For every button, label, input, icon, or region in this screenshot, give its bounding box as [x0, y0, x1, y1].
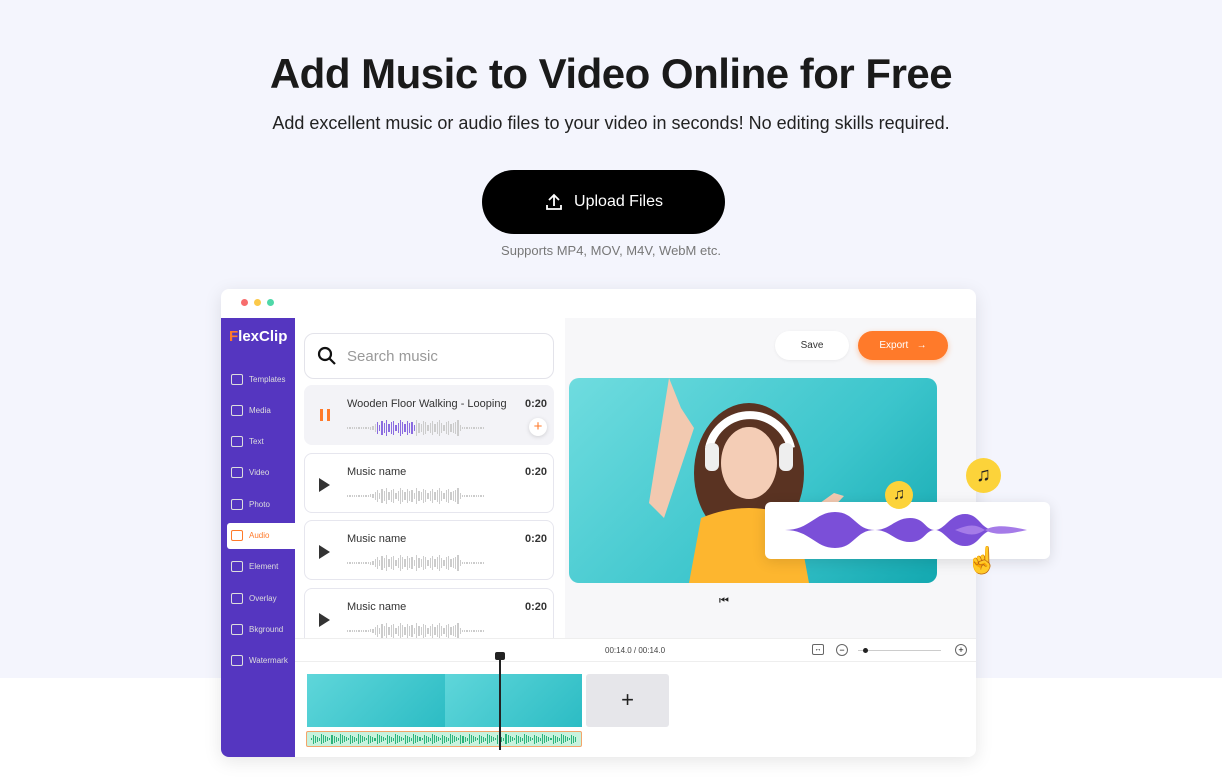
track-waveform: [347, 419, 537, 437]
upload-label: Upload Files: [574, 193, 663, 210]
track-duration: 0:20: [524, 533, 547, 545]
save-button[interactable]: Save: [775, 331, 849, 360]
track-name: Music name: [347, 600, 407, 613]
sidebar-item-templates[interactable]: Templates: [221, 366, 295, 392]
page-title: Add Music to Video Online for Free: [269, 50, 953, 97]
search-icon: [317, 346, 336, 365]
zoom-in-icon[interactable]: +: [955, 644, 967, 656]
skip-back-icon[interactable]: ⏮: [719, 595, 729, 608]
play-icon[interactable]: [319, 477, 330, 492]
sidebar-item-label: Media: [249, 405, 271, 415]
flexclip-logo: FlexClip: [229, 328, 288, 345]
watermark-icon: [231, 655, 243, 667]
sound-wave-graphic: [785, 512, 1030, 548]
upload-icon: [546, 193, 562, 210]
sidebar-item-media[interactable]: Media: [221, 397, 295, 423]
supported-formats: Supports MP4, MOV, M4V, WebM etc.: [501, 243, 721, 258]
time-readout: 00:14.0 / 00:14.0: [605, 646, 666, 655]
video-icon: [231, 467, 243, 479]
sidebar-item-text[interactable]: Text: [221, 429, 295, 455]
music-note-icon: ♫: [885, 481, 913, 509]
music-track-item[interactable]: Music name 0:20: [304, 520, 554, 580]
track-waveform: [347, 622, 537, 640]
sidebar-item-label: Watermark: [249, 656, 288, 666]
bkground-icon: [231, 623, 243, 635]
sidebar: FlexClip Templates Media Text Video Photo Aud…: [221, 318, 295, 757]
element-icon: [231, 561, 243, 573]
playhead[interactable]: [495, 652, 505, 750]
track-name: Music name: [347, 465, 407, 478]
track-name: Music name: [347, 533, 407, 545]
export-button[interactable]: Export →: [858, 331, 948, 360]
video-clip[interactable]: [445, 674, 582, 727]
sidebar-item-video[interactable]: Video: [221, 460, 295, 486]
sidebar-item-label: Video: [249, 468, 270, 478]
sidebar-item-photo[interactable]: Photo: [221, 491, 295, 517]
audio-wave-card: [765, 502, 1050, 559]
sidebar-item-bkground[interactable]: Bkground: [221, 616, 295, 642]
sidebar-item-element[interactable]: Element: [221, 554, 295, 580]
sidebar-item-label: Photo: [249, 499, 270, 509]
music-note-icon: ♫: [966, 458, 1001, 493]
add-clip-button[interactable]: +: [586, 674, 669, 727]
search-music-input[interactable]: Search music: [304, 333, 554, 379]
sidebar-item-audio[interactable]: Audio: [227, 522, 295, 549]
play-icon[interactable]: [319, 612, 330, 627]
track-duration: 0:20: [524, 398, 547, 410]
page-subtitle: Add excellent music or audio files to yo…: [272, 113, 950, 133]
sidebar-item-watermark[interactable]: Watermark: [221, 648, 295, 674]
hand-cursor-icon: ☝: [966, 545, 999, 575]
zoom-out-icon[interactable]: −: [836, 644, 848, 656]
zoom-slider[interactable]: [858, 648, 941, 653]
track-waveform: [347, 554, 537, 572]
sidebar-item-label: Bkground: [249, 624, 284, 634]
music-track-item[interactable]: Wooden Floor Walking - Looping 0:20 +: [304, 385, 554, 445]
audio-icon: [231, 530, 243, 541]
sidebar-item-label: Overlay: [249, 593, 277, 603]
overlay-icon: [231, 592, 243, 604]
templates-icon: [231, 373, 243, 385]
upload-files-button[interactable]: Upload Files: [482, 170, 725, 234]
audio-track[interactable]: [306, 731, 582, 747]
add-track-button[interactable]: +: [529, 418, 547, 436]
sidebar-item-label: Audio: [249, 531, 270, 540]
play-icon[interactable]: [319, 545, 330, 559]
fit-icon[interactable]: ↔: [812, 644, 824, 655]
media-icon: [231, 404, 243, 416]
video-clip[interactable]: [307, 674, 445, 727]
timeline: +: [295, 652, 976, 757]
preview-area: Save Export → ⏮: [565, 318, 976, 638]
sidebar-item-label: Text: [249, 437, 264, 447]
sidebar-item-label: Element: [249, 562, 279, 572]
sidebar-item-label: Templates: [249, 374, 286, 384]
track-waveform: [347, 487, 537, 505]
music-track-item[interactable]: Music name 0:20: [304, 452, 554, 513]
export-label: Export: [879, 340, 909, 351]
music-panel: Search music Wooden Floor Walking - Loop…: [295, 318, 565, 648]
track-name: Wooden Floor Walking - Looping: [347, 398, 507, 410]
sidebar-item-overlay[interactable]: Overlay: [221, 585, 295, 611]
search-placeholder: Search music: [347, 347, 438, 365]
timeline-toolbar: 00:14.0 / 00:14.0 ↔ − +: [295, 638, 976, 662]
window-controls: [241, 299, 274, 306]
photo-icon: [231, 498, 243, 510]
text-icon: [231, 436, 243, 448]
arrow-right-icon: →: [916, 340, 927, 351]
track-duration: 0:20: [524, 465, 547, 478]
pause-icon[interactable]: [320, 409, 330, 421]
track-duration: 0:20: [524, 600, 547, 613]
